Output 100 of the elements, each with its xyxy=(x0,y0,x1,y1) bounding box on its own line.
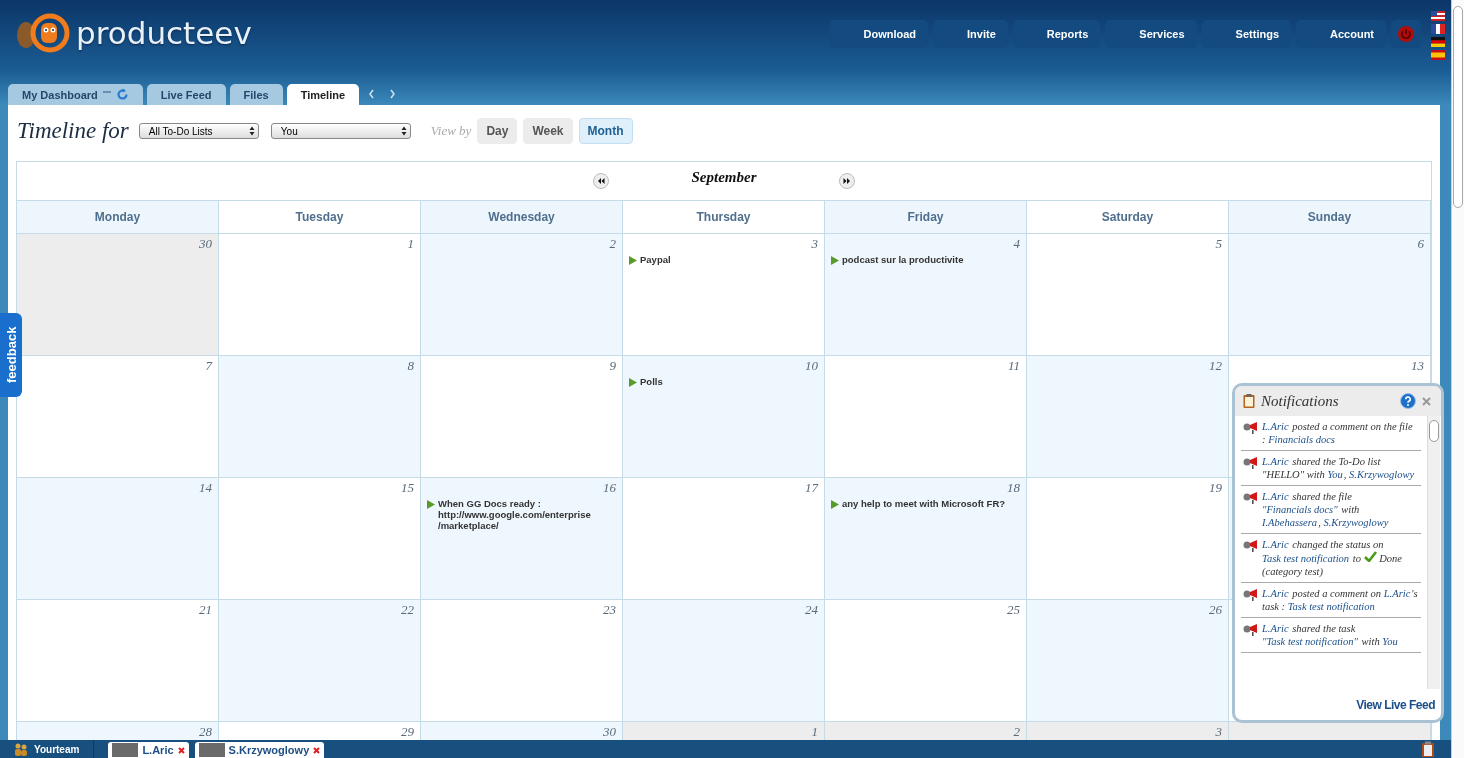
notification-link[interactable]: L.Aric xyxy=(1262,491,1289,502)
tab[interactable]: Live Feed xyxy=(146,84,226,105)
day-cell[interactable]: 16 When GG Docs ready : http://www.google.com/enterprise /marketplace/ xyxy=(421,478,623,600)
user-dropdown[interactable]: You xyxy=(270,123,411,139)
notification-link[interactable]: You xyxy=(1327,469,1343,480)
day-cell[interactable]: 2 xyxy=(421,234,623,356)
task-title[interactable]: When GG Docs ready : http://www.google.com/enterprise /marketplace/ xyxy=(438,498,591,531)
day-cell[interactable]: 7 xyxy=(17,356,219,478)
day-cell[interactable]: 11 xyxy=(825,356,1027,478)
day-cell[interactable]: 1 xyxy=(623,722,825,740)
refresh-icon[interactable] xyxy=(115,88,129,101)
notification-link[interactable]: "Task test notification" xyxy=(1262,636,1358,647)
nav-button[interactable]: Account xyxy=(1296,20,1386,48)
view-button[interactable]: Week xyxy=(523,118,573,144)
day-cell[interactable]: 22 xyxy=(219,600,421,722)
day-cell[interactable]: 28 xyxy=(17,722,219,740)
day-cell[interactable]: 3 xyxy=(1027,722,1229,740)
notification-link[interactable]: Task test notification xyxy=(1262,553,1350,564)
power-icon xyxy=(1397,25,1415,43)
day-number: 2 xyxy=(609,236,616,251)
previous-month-icon[interactable] xyxy=(593,173,609,189)
checkmark-icon xyxy=(1363,551,1377,562)
chat-tab[interactable]: S.Krzywoglowy xyxy=(194,742,325,758)
chevron-right-icon[interactable] xyxy=(389,89,397,99)
task-title[interactable]: any help to meet with Microsoft FR? xyxy=(842,498,1006,509)
clipboard-icon[interactable] xyxy=(1421,741,1435,757)
close-icon[interactable] xyxy=(177,746,185,754)
notification-link[interactable]: L.Aric xyxy=(1262,539,1289,550)
nav-button[interactable]: Settings xyxy=(1201,20,1291,48)
close-icon[interactable] xyxy=(1422,396,1431,406)
day-number: 7 xyxy=(205,358,212,373)
notification-link[interactable]: S.Krzywoglowy xyxy=(1323,517,1389,528)
notification-link[interactable]: L.Aric xyxy=(1262,623,1289,634)
day-cell[interactable]: 23 xyxy=(421,600,623,722)
notification-link[interactable]: L.Aric xyxy=(1383,588,1411,599)
day-cell[interactable]: 5 xyxy=(1027,234,1229,356)
notification-link[interactable]: I.Abehassera xyxy=(1262,517,1318,528)
notification-link[interactable]: You xyxy=(1382,636,1398,647)
nav-button[interactable]: Download xyxy=(829,20,929,48)
scrollbar[interactable] xyxy=(1451,0,1464,758)
megaphone-icon xyxy=(1243,540,1259,552)
tab[interactable]: Timeline xyxy=(286,84,360,105)
task-title[interactable]: podcast sur la productivite xyxy=(842,254,964,265)
day-cell[interactable]: 30 xyxy=(17,234,219,356)
day-cell[interactable]: 6 xyxy=(1229,234,1431,356)
notification-link[interactable]: "Financials docs" xyxy=(1262,504,1338,515)
day-cell[interactable]: 8 xyxy=(219,356,421,478)
feedback-tab[interactable]: feedback xyxy=(0,313,22,397)
help-icon[interactable] xyxy=(1400,393,1416,409)
notification-link[interactable]: L.Aric xyxy=(1262,456,1289,467)
flag-icon[interactable] xyxy=(1431,24,1445,34)
next-month-icon[interactable] xyxy=(839,173,855,189)
tab[interactable]: My Dashboard xyxy=(8,84,143,105)
day-cell[interactable]: 26 xyxy=(1027,600,1229,722)
chevron-left-icon[interactable] xyxy=(368,89,376,99)
notification-link[interactable]: S.Krzywoglowy xyxy=(1349,469,1415,480)
day-cell[interactable]: 15 xyxy=(219,478,421,600)
day-cell[interactable]: 25 xyxy=(825,600,1027,722)
notification-link[interactable]: Task test notification xyxy=(1287,601,1375,612)
nav-button[interactable]: Reports xyxy=(1012,20,1101,48)
flag-icon[interactable] xyxy=(1431,37,1445,47)
view-button[interactable]: Month xyxy=(578,118,633,144)
task-title[interactable]: Polls xyxy=(640,376,663,387)
view-button[interactable]: Day xyxy=(477,118,518,144)
notification-link[interactable]: L.Aric xyxy=(1262,588,1289,599)
chat-tab[interactable]: L.Aric xyxy=(108,742,189,758)
day-number: 14 xyxy=(199,480,212,495)
view-live-feed-link[interactable]: View Live Feed xyxy=(1356,697,1435,712)
day-cell[interactable]: 14 xyxy=(17,478,219,600)
list-dropdown[interactable]: All To-Do Lists xyxy=(138,123,259,139)
team-label[interactable]: Yourteam xyxy=(34,743,80,755)
day-cell[interactable]: 17 xyxy=(623,478,825,600)
day-cell[interactable]: 24 xyxy=(623,600,825,722)
day-cell[interactable]: 3 Paypal xyxy=(623,234,825,356)
day-cell[interactable]: 18 any help to meet with Microsoft FR? xyxy=(825,478,1027,600)
day-number: 4 xyxy=(1013,236,1020,251)
day-cell[interactable]: 9 xyxy=(421,356,623,478)
day-cell[interactable]: 12 xyxy=(1027,356,1229,478)
task-title[interactable]: Paypal xyxy=(640,254,671,265)
day-cell[interactable]: 30 xyxy=(421,722,623,740)
scrollbar[interactable] xyxy=(1427,416,1440,689)
notification-link[interactable]: L.Aric xyxy=(1262,421,1289,432)
day-number: 10 xyxy=(805,358,818,373)
flag-icon[interactable] xyxy=(1431,11,1445,21)
day-number: 8 xyxy=(407,358,414,373)
day-cell[interactable]: 19 xyxy=(1027,478,1229,600)
notification-text: L.Aric shared the task "Task test notification" with You xyxy=(1262,622,1399,648)
clipboard-icon xyxy=(1243,394,1255,408)
day-cell[interactable]: 1 xyxy=(219,234,421,356)
day-cell[interactable]: 4 podcast sur la productivite xyxy=(825,234,1027,356)
nav-button[interactable]: Invite xyxy=(933,20,1008,48)
day-cell[interactable]: 2 xyxy=(825,722,1027,740)
day-cell[interactable]: 10 Polls xyxy=(623,356,825,478)
day-cell[interactable]: 21 xyxy=(17,600,219,722)
close-icon[interactable] xyxy=(313,746,321,754)
notification-link[interactable]: Financials docs xyxy=(1268,434,1335,445)
people-icon[interactable] xyxy=(14,742,28,756)
day-number: 6 xyxy=(1417,236,1424,251)
nav-button[interactable]: Services xyxy=(1105,20,1197,48)
tab[interactable]: Files xyxy=(229,84,283,105)
